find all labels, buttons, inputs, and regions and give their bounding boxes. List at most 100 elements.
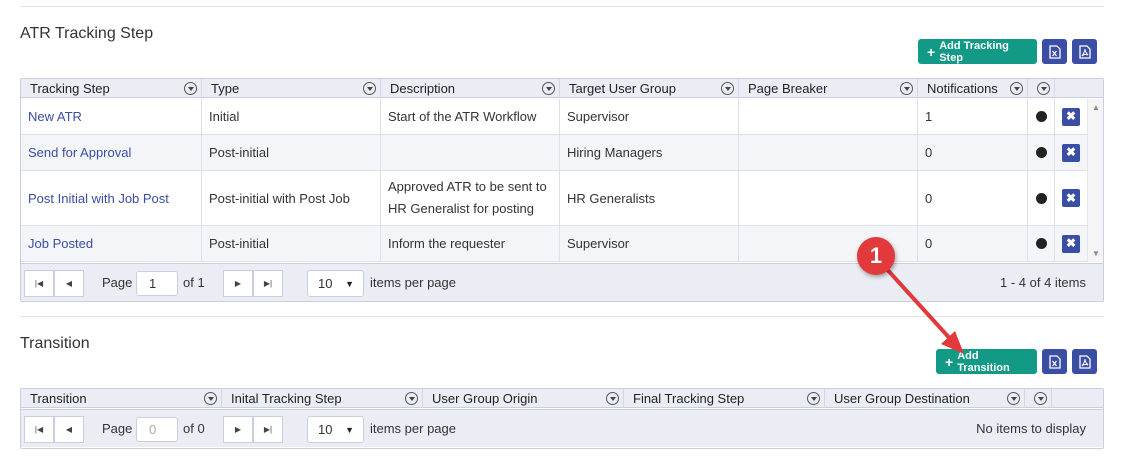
page-count-label: of 0 [183, 421, 205, 436]
actions-cell: ✖ [1055, 226, 1087, 261]
tracking-pager: |◀ ◀ Page 1 of 1 ▶ ▶| 10 ▼ items per pag… [21, 263, 1103, 301]
filter-icon[interactable] [405, 392, 418, 405]
pdf-file-icon [1078, 44, 1091, 59]
column-header-transition[interactable]: Transition [21, 389, 222, 408]
annotation-step-badge: 1 [857, 237, 895, 275]
delete-icon[interactable]: ✖ [1062, 143, 1080, 162]
next-page-icon: ▶ [234, 279, 242, 288]
page-label: Page [102, 421, 133, 436]
column-header-target-user-group[interactable]: Target User Group [560, 79, 739, 98]
notifications-cell: 1 [918, 99, 1028, 134]
plus-icon: + [945, 353, 954, 370]
filter-icon[interactable] [900, 82, 913, 95]
excel-file-icon [1048, 44, 1061, 59]
tracking-step-link[interactable]: Post Initial with Job Post [21, 171, 202, 225]
filter-icon[interactable] [204, 392, 217, 405]
page-breaker-cell [739, 135, 918, 170]
status-cell [1028, 226, 1055, 261]
type-cell: Initial [202, 99, 381, 134]
filter-icon[interactable] [1037, 82, 1050, 95]
status-cell [1028, 171, 1055, 225]
pager-info: 1 - 4 of 4 items [1000, 275, 1086, 290]
actions-cell: ✖ [1055, 99, 1087, 134]
column-header-initial-tracking-step[interactable]: Inital Tracking Step [222, 389, 423, 408]
column-header-page-breaker[interactable]: Page Breaker [739, 79, 918, 98]
target-group-cell: Supervisor [560, 226, 739, 261]
column-header-user-group-destination[interactable]: User Group Destination [825, 389, 1025, 408]
column-header-actions [1052, 389, 1103, 408]
filter-icon[interactable] [1007, 392, 1020, 405]
export-pdf-button[interactable] [1072, 39, 1097, 64]
page-number-input[interactable]: 0 [136, 417, 178, 442]
column-header-type[interactable]: Type [202, 79, 381, 98]
last-page-icon: ▶| [263, 425, 273, 434]
section-divider [20, 316, 1104, 317]
status-dot-icon [1035, 238, 1047, 249]
next-page-button[interactable]: ▶ [223, 270, 253, 297]
filter-icon[interactable] [1034, 392, 1047, 405]
table-row[interactable]: New ATR Initial Start of the ATR Workflo… [21, 99, 1087, 135]
column-header-status[interactable] [1025, 389, 1052, 408]
last-page-button[interactable]: ▶| [253, 416, 283, 443]
last-page-icon: ▶| [263, 279, 273, 288]
notifications-cell: 0 [918, 171, 1028, 225]
column-header-description[interactable]: Description [381, 79, 560, 98]
page-number-input[interactable]: 1 [136, 271, 178, 296]
scroll-up-icon[interactable]: ▲ [1092, 103, 1100, 112]
status-cell [1028, 99, 1055, 134]
vertical-scrollbar[interactable]: ▲ ▼ [1087, 99, 1103, 262]
next-page-button[interactable]: ▶ [223, 416, 253, 443]
page-count-label: of 1 [183, 275, 205, 290]
first-page-button[interactable]: |◀ [24, 416, 54, 443]
table-row[interactable]: Job Posted Post-initial Inform the reque… [21, 226, 1087, 262]
notifications-cell: 0 [918, 226, 1028, 261]
filter-icon[interactable] [721, 82, 734, 95]
tracking-step-link[interactable]: Job Posted [21, 226, 202, 261]
description-cell: Start of the ATR Workflow [381, 99, 560, 134]
tracking-step-grid: Tracking Step Type Description Target Us… [20, 78, 1104, 302]
add-tracking-step-button[interactable]: + Add Tracking Step [918, 39, 1037, 64]
table-row[interactable]: Post Initial with Job Post Post-initial … [21, 171, 1087, 226]
export-excel-button[interactable] [1042, 349, 1067, 374]
scroll-down-icon[interactable]: ▼ [1092, 249, 1100, 258]
add-transition-button[interactable]: + Add Transition [936, 349, 1037, 374]
description-cell [381, 135, 560, 170]
export-excel-button[interactable] [1042, 39, 1067, 64]
status-dot-icon [1035, 192, 1047, 204]
page-size-select[interactable]: 10 ▼ [307, 270, 364, 297]
column-header-tracking-step[interactable]: Tracking Step [21, 79, 202, 98]
delete-icon[interactable]: ✖ [1062, 234, 1080, 253]
add-transition-label: Add Transition [957, 349, 1010, 374]
plus-icon: + [927, 43, 936, 60]
column-header-actions [1055, 79, 1103, 98]
column-header-user-group-origin[interactable]: User Group Origin [423, 389, 624, 408]
tracking-step-link[interactable]: Send for Approval [21, 135, 202, 170]
column-header-notifications[interactable]: Notifications [918, 79, 1028, 98]
items-per-page-label: items per page [370, 275, 456, 290]
first-page-icon: |◀ [34, 425, 44, 434]
type-cell: Post-initial [202, 135, 381, 170]
filter-icon[interactable] [1010, 82, 1023, 95]
delete-icon[interactable]: ✖ [1062, 189, 1080, 207]
page-size-select[interactable]: 10 ▼ [307, 416, 364, 443]
delete-icon[interactable]: ✖ [1062, 107, 1080, 126]
column-header-final-tracking-step[interactable]: Final Tracking Step [624, 389, 825, 408]
filter-icon[interactable] [363, 82, 376, 95]
table-row[interactable]: Send for Approval Post-initial Hiring Ma… [21, 135, 1087, 171]
type-cell: Post-initial with Post Job [202, 171, 381, 225]
export-pdf-button[interactable] [1072, 349, 1097, 374]
filter-icon[interactable] [606, 392, 619, 405]
type-cell: Post-initial [202, 226, 381, 261]
prev-page-button[interactable]: ◀ [54, 416, 84, 443]
tracking-step-link[interactable]: New ATR [21, 99, 202, 134]
chevron-down-icon: ▼ [345, 424, 354, 435]
first-page-button[interactable]: |◀ [24, 270, 54, 297]
prev-page-button[interactable]: ◀ [54, 270, 84, 297]
filter-icon[interactable] [542, 82, 555, 95]
actions-cell: ✖ [1055, 135, 1087, 170]
status-dot-icon [1035, 111, 1047, 122]
filter-icon[interactable] [184, 82, 197, 95]
last-page-button[interactable]: ▶| [253, 270, 283, 297]
column-header-status[interactable] [1028, 79, 1055, 98]
filter-icon[interactable] [807, 392, 820, 405]
